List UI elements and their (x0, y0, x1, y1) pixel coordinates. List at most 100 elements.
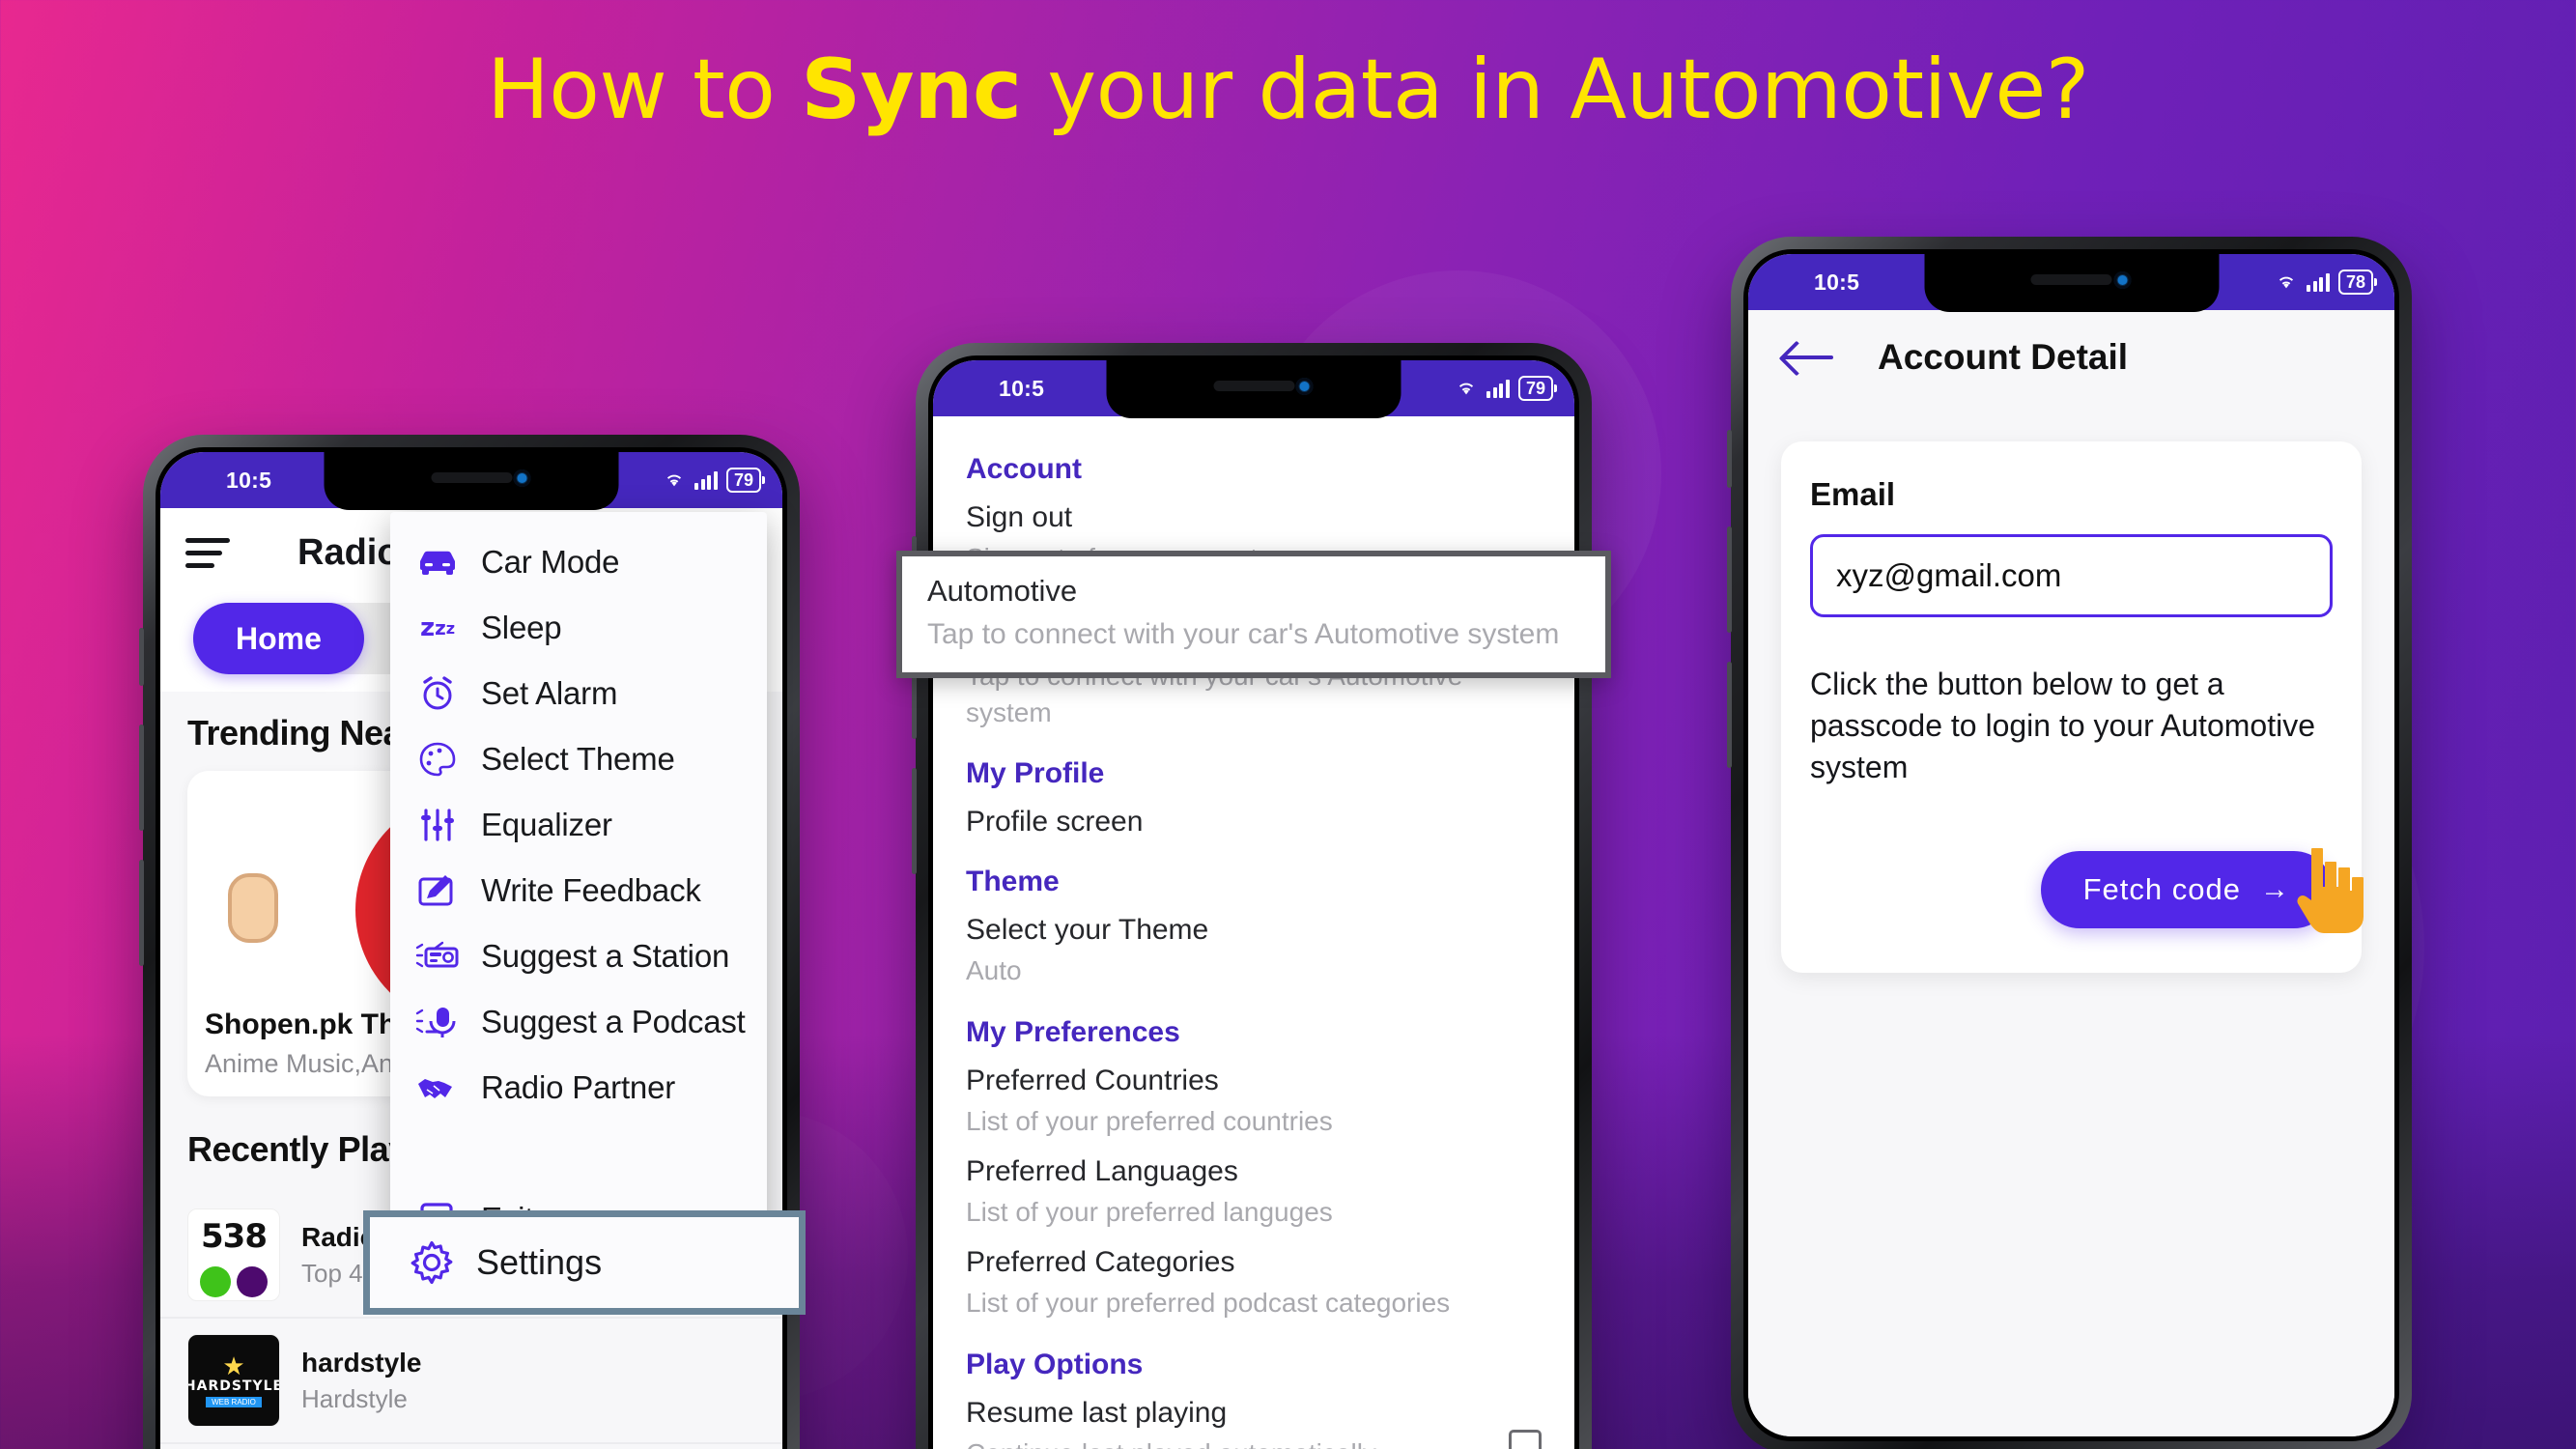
gear-icon (409, 1239, 455, 1286)
phone-volume-button (139, 724, 144, 831)
page-heading: Account Detail (1878, 337, 2129, 377)
menu-item-select-theme[interactable]: Select Theme (390, 726, 767, 792)
menu-item-car-mode[interactable]: Car Mode (390, 529, 767, 595)
help-text: Click the button below to get a passcode… (1810, 667, 2315, 785)
palette-icon (415, 739, 460, 780)
alarm-clock-icon (415, 673, 460, 714)
front-camera-icon (513, 469, 531, 487)
automotive-callout[interactable]: Automotive Tap to connect with your car'… (896, 551, 1611, 678)
microphone-icon (415, 1002, 460, 1042)
settings-row-title: Select your Theme (966, 914, 1209, 947)
radio-icon (415, 936, 460, 977)
fetch-code-button[interactable]: Fetch code → (2040, 850, 2333, 928)
menu-item-radio-partner[interactable]: Radio Partner (390, 1055, 767, 1121)
phone-volume-button (912, 768, 917, 874)
tab-home[interactable]: Home (193, 603, 364, 674)
equalizer-icon (415, 805, 460, 845)
status-bar: 10:5 78 (1748, 254, 2394, 312)
menu-item-label: Sleep (481, 610, 562, 645)
menu-item-settings-highlighted[interactable]: Settings (363, 1210, 806, 1315)
account-app-bar: Account Detail (1748, 310, 2394, 405)
menu-item-label: Settings (476, 1242, 603, 1282)
phone-side-button (1727, 430, 1732, 488)
settings-row-preferred-languages[interactable]: Preferred Languages List of your preferr… (933, 1146, 1574, 1236)
options-popup-menu: Car Mode zzz Sleep Set Alarm Select Them… (390, 512, 767, 1265)
settings-group-title: Theme (966, 866, 1060, 898)
settings-group-title: My Preferences (966, 1016, 1180, 1049)
phone-side-button (139, 628, 144, 686)
station-thumbnail: 538 (187, 1208, 280, 1301)
list-item-subtitle: Hardstyle (301, 1383, 408, 1413)
settings-row-title: Preferred Countries (966, 1065, 1219, 1097)
wifi-icon (2279, 276, 2294, 289)
email-field[interactable]: xyz@gmail.com (1810, 534, 2333, 617)
resume-last-playing-checkbox[interactable] (1509, 1429, 1542, 1449)
status-bar: 10:5 79 (160, 452, 782, 510)
settings-row-title: Preferred Languages (966, 1154, 1238, 1187)
settings-row-title: Preferred Categories (966, 1245, 1235, 1278)
settings-row-subtitle: List of your preferred podcast categorie… (966, 1287, 1451, 1318)
menu-item-label: Car Mode (481, 544, 620, 580)
menu-item-label: Set Alarm (481, 675, 618, 711)
earpiece-speaker (1213, 381, 1294, 391)
phone-volume-button (1727, 526, 1732, 633)
edit-pencil-icon (415, 870, 460, 911)
back-arrow-icon[interactable] (1783, 338, 1837, 377)
menu-item-sleep[interactable]: zzz Sleep (390, 595, 767, 661)
list-item[interactable]: Radio Paradijs Radio Paradijs Dutch Musi… (160, 1444, 782, 1449)
fetch-code-button-label: Fetch code (2082, 871, 2241, 906)
menu-item-label: Suggest a Podcast (481, 1004, 746, 1039)
station-thumbnail: ★ HARDSTYLE WEB RADIO (187, 1334, 280, 1427)
earpiece-speaker (2030, 274, 2112, 285)
menu-item-equalizer[interactable]: Equalizer (390, 792, 767, 858)
sleep-zzz-icon: zzz (419, 613, 456, 642)
settings-row-profile[interactable]: Profile screen (933, 796, 1574, 844)
page-title-part-1: How to (487, 42, 802, 138)
car-icon (415, 542, 460, 582)
menu-item-label: Write Feedback (481, 872, 701, 908)
signal-bars-icon (2307, 272, 2330, 292)
menu-item-suggest-a-station[interactable]: Suggest a Station (390, 923, 767, 989)
page-title-part-2: your data in Automotive? (1021, 42, 2089, 138)
cursor-hand-icon (2297, 848, 2364, 933)
callout-subtitle: Tap to connect with your car's Automotiv… (927, 618, 1560, 650)
settings-group-title: My Profile (966, 757, 1105, 790)
page-title-emphasis: Sync (801, 42, 1022, 138)
middle-phone-mockup: 10:5 79 Account Sign out Sign out of you… (912, 343, 1592, 1449)
battery-indicator: 79 (1517, 375, 1558, 402)
settings-row-theme[interactable]: Select your Theme Auto (933, 904, 1574, 995)
settings-row-title: Profile screen (966, 806, 1144, 838)
earpiece-speaker (431, 472, 512, 483)
menu-item-set-alarm[interactable]: Set Alarm (390, 661, 767, 726)
signal-bars-icon (694, 470, 718, 490)
settings-row-subtitle: Continue last played automatically on ap… (966, 1435, 1381, 1449)
status-time: 10:5 (226, 467, 272, 493)
front-camera-icon (1295, 378, 1314, 395)
handshake-icon (415, 1067, 460, 1108)
hamburger-icon[interactable] (185, 537, 230, 568)
email-label: Email (1810, 476, 1896, 512)
phone-notch (324, 452, 619, 510)
menu-item-label: Radio Partner (481, 1069, 676, 1105)
status-time: 10:5 (1814, 269, 1860, 295)
phone-notch (1106, 360, 1401, 418)
phone-volume-button (139, 860, 144, 966)
list-item-title: hardstyle (301, 1347, 422, 1378)
phone-notch (1924, 254, 2219, 312)
front-camera-icon (2113, 271, 2131, 289)
settings-row-preferred-categories[interactable]: Preferred Categories List of your prefer… (933, 1236, 1574, 1327)
menu-item-suggest-a-podcast[interactable]: Suggest a Podcast (390, 989, 767, 1055)
status-bar: 10:5 79 (933, 360, 1574, 418)
signal-bars-icon (1486, 379, 1510, 398)
menu-item-label: Select Theme (481, 741, 675, 777)
settings-row-preferred-countries[interactable]: Preferred Countries List of your preferr… (933, 1055, 1574, 1146)
account-card: Email xyz@gmail.com Click the button bel… (1781, 441, 2362, 973)
list-item[interactable]: ★ HARDSTYLE WEB RADIO hardstyle Hardstyle (160, 1319, 782, 1444)
settings-group-title: Account (966, 453, 1082, 485)
settings-row-resume-last-playing[interactable]: Resume last playing Continue last played… (933, 1387, 1574, 1449)
menu-item-write-feedback[interactable]: Write Feedback (390, 858, 767, 923)
settings-row-subtitle: List of your preferred languges (966, 1196, 1333, 1227)
settings-row-title: Resume last playing (966, 1396, 1228, 1429)
battery-indicator: 79 (725, 467, 766, 494)
menu-item-label: Suggest a Station (481, 938, 730, 974)
